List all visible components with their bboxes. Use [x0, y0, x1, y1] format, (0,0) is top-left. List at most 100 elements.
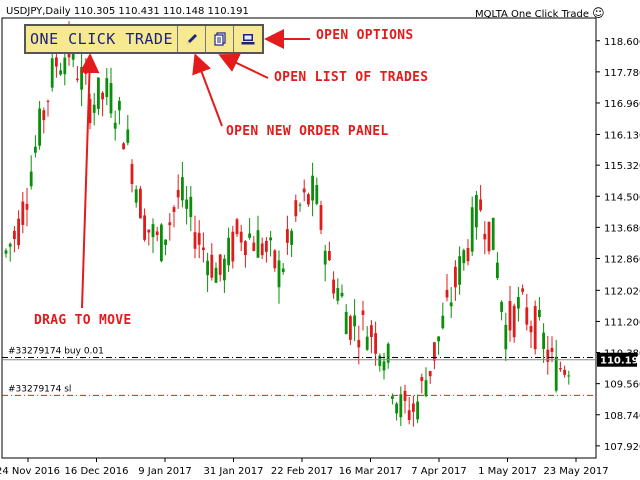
candle-down	[155, 231, 159, 236]
candle-up	[298, 204, 302, 206]
y-tick-label: 111.200	[604, 317, 640, 328]
candle-down	[147, 229, 151, 233]
candle-down	[370, 325, 373, 338]
candle-up	[8, 243, 12, 247]
candle-down	[349, 316, 352, 340]
candle-up	[134, 189, 138, 203]
candle-down	[202, 247, 205, 251]
candle-down	[101, 92, 104, 100]
candle-up	[311, 175, 314, 201]
candle-down	[302, 188, 306, 193]
candle-down	[265, 240, 268, 252]
candle-down	[210, 254, 214, 278]
candle-up	[223, 258, 226, 281]
candle-down	[559, 368, 562, 370]
candle-up	[118, 100, 121, 111]
candle-up	[80, 67, 83, 90]
candle-up	[290, 230, 293, 245]
candle-down	[168, 222, 172, 226]
candle-up	[462, 250, 466, 264]
x-tick-label: 7 Apr 2017	[411, 466, 466, 477]
candle-up	[399, 394, 403, 418]
candle-down	[197, 232, 201, 245]
candle-up	[449, 302, 453, 307]
candle-up	[424, 380, 428, 397]
candle-up	[496, 262, 499, 279]
candle-down	[361, 310, 365, 315]
candle-down	[563, 369, 566, 375]
stop-loss-label: #33279174 sl	[8, 384, 71, 394]
annotation-open-options: OPEN OPTIONS	[316, 28, 414, 43]
candle-down	[193, 232, 197, 249]
new-order-button[interactable]	[178, 26, 206, 52]
candle-up	[227, 237, 230, 266]
y-tick-label: 116.960	[604, 99, 640, 110]
candle-up	[34, 146, 37, 153]
x-tick-label: 22 Feb 2017	[271, 466, 333, 477]
candle-up	[323, 250, 327, 265]
indicator-name-label: MQLTA One Click Trade	[475, 9, 589, 20]
candle-up	[164, 239, 167, 245]
list-trades-button[interactable]	[206, 26, 234, 52]
candle-down	[483, 233, 487, 240]
candle-up	[189, 196, 193, 218]
candle-up	[441, 315, 445, 329]
candle-down	[512, 305, 516, 338]
y-tick-label: 112.860	[604, 254, 640, 265]
candle-up	[500, 301, 503, 312]
indicator-name: MQLTA One Click Trade ☺	[475, 6, 605, 20]
candle-up	[277, 260, 281, 288]
y-tick-label: 108.740	[604, 411, 640, 422]
candle-up	[185, 199, 188, 209]
candle-down	[466, 248, 470, 262]
candle-up	[105, 78, 109, 98]
chart-symbol-info: USDJPY,Daily 110.305 110.431 110.148 110…	[6, 6, 249, 17]
annotation-open-new-order: OPEN NEW ORDER PANEL	[226, 124, 389, 139]
candle-down	[445, 289, 449, 298]
candle-down	[17, 218, 20, 246]
candle-down	[307, 194, 310, 205]
candle-down	[407, 410, 411, 421]
candle-down	[332, 279, 335, 294]
candle-down	[13, 230, 16, 240]
candle-down	[176, 189, 180, 198]
candle-up	[542, 332, 545, 349]
candle-down	[521, 288, 524, 292]
buy-order-label: #33279174 buy 0.01	[8, 346, 104, 356]
y-tick-label: 115.320	[604, 161, 640, 172]
candle-down	[25, 203, 29, 210]
candle-up	[554, 356, 558, 391]
candle-up	[113, 122, 117, 129]
candle-up	[38, 108, 41, 146]
y-tick-label: 114.500	[604, 192, 640, 203]
x-tick-label: 31 Jan 2017	[204, 466, 264, 477]
candle-up	[59, 70, 62, 75]
y-tick-label: 118.600	[604, 37, 640, 48]
panel-title-drag-handle[interactable]: ONE CLICK TRADE	[26, 26, 178, 52]
candle-down	[231, 231, 235, 262]
candle-up	[353, 315, 356, 327]
candle-down	[508, 300, 512, 331]
candle-down	[525, 307, 529, 325]
candle-up	[126, 129, 130, 143]
y-tick-label: 109.560	[604, 380, 640, 391]
options-button[interactable]	[234, 26, 262, 52]
candle-up	[395, 403, 398, 414]
annotation-open-list: OPEN LIST OF TRADES	[274, 70, 429, 85]
candle-down	[76, 78, 79, 80]
candle-up	[391, 396, 394, 399]
candle-up	[538, 309, 541, 318]
one-click-trade-panel[interactable]: ONE CLICK TRADE	[24, 24, 264, 54]
candle-down	[479, 199, 482, 211]
x-tick-label: 16 Mar 2017	[339, 466, 402, 477]
candle-up	[382, 361, 386, 371]
candle-up	[151, 224, 155, 238]
x-tick-label: 1 May 2017	[478, 466, 537, 477]
y-tick-label: 113.680	[604, 223, 640, 234]
y-tick-label: 116.130	[604, 130, 640, 141]
candle-down	[273, 250, 277, 269]
candle-down	[412, 403, 415, 412]
candle-down	[244, 241, 247, 255]
candle-down	[319, 205, 323, 230]
candle-up	[458, 256, 461, 285]
